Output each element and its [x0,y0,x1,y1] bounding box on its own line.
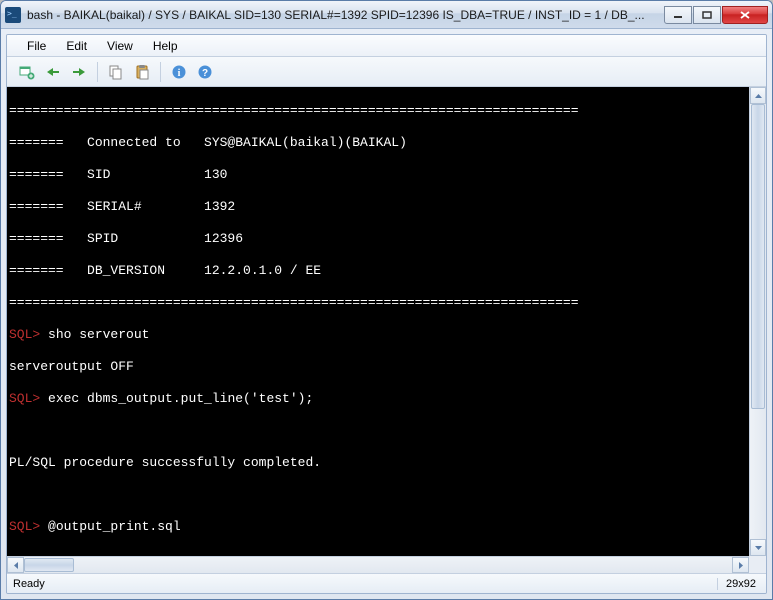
paste-icon [134,64,150,80]
blank-line [9,423,747,439]
scroll-right-button[interactable] [732,557,749,573]
terminal-container: ========================================… [7,87,766,556]
help-button[interactable]: ? [193,61,217,83]
hscroll-row [7,556,766,573]
horizontal-scrollbar[interactable] [7,556,749,573]
copy-button[interactable] [104,61,128,83]
menu-help[interactable]: Help [145,37,186,55]
statusbar: Ready 29x92 [7,573,766,593]
scroll-up-button[interactable] [750,87,766,104]
forward-button[interactable] [67,61,91,83]
scroll-thumb[interactable] [751,104,765,409]
application-window: bash - BAIKAL(baikal) / SYS / BAIKAL SID… [0,0,773,600]
toolbar-separator [160,62,161,82]
separator-line: ========================================… [9,103,747,119]
scroll-track[interactable] [750,104,766,539]
info-icon: i [171,64,187,80]
menu-view[interactable]: View [99,37,141,55]
titlebar[interactable]: bash - BAIKAL(baikal) / SYS / BAIKAL SID… [1,1,772,29]
close-icon [740,11,750,19]
menu-edit[interactable]: Edit [58,37,95,55]
separator-line: ========================================… [9,295,747,311]
svg-text:i: i [178,68,181,79]
terminal[interactable]: ========================================… [7,87,749,556]
app-icon [5,7,21,23]
status-text: Ready [13,578,717,590]
scroll-corner [749,556,766,573]
chevron-up-icon [755,94,762,98]
maximize-icon [702,11,712,19]
sql-prompt: SQL> [9,327,48,342]
blank-line [9,487,747,503]
copy-icon [108,64,124,80]
arrow-left-icon [45,66,61,78]
command-text: exec dbms_output.put_line('test'); [48,391,313,406]
vertical-scrollbar[interactable] [749,87,766,556]
minimize-button[interactable] [664,6,692,24]
terminal-line: SQL> exec dbms_output.put_line('test'); [9,391,747,407]
minimize-icon [673,11,683,19]
close-button[interactable] [722,6,768,24]
chevron-right-icon [739,562,743,569]
svg-text:?: ? [202,68,208,79]
scroll-track[interactable] [24,557,732,573]
maximize-button[interactable] [693,6,721,24]
help-icon: ? [197,64,213,80]
scroll-down-button[interactable] [750,539,766,556]
output-line: PL/SQL procedure successfully completed. [9,455,747,471]
inner-frame: File Edit View Help i [6,34,767,594]
output-line: serveroutput OFF [9,359,747,375]
info-sid: ======= SID 130 [9,167,747,183]
scroll-thumb[interactable] [24,558,74,572]
info-serial: ======= SERIAL# 1392 [9,199,747,215]
sql-prompt: SQL> [9,519,48,534]
menu-file[interactable]: File [19,37,54,55]
terminal-line: SQL> sho serverout [9,327,747,343]
scroll-left-button[interactable] [7,557,24,573]
window-title: bash - BAIKAL(baikal) / SYS / BAIKAL SID… [27,8,663,22]
info-button[interactable]: i [167,61,191,83]
info-dbversion: ======= DB_VERSION 12.2.0.1.0 / EE [9,263,747,279]
command-text: @output_print.sql [48,519,181,534]
back-button[interactable] [41,61,65,83]
chevron-left-icon [14,562,18,569]
toolbar-separator [97,62,98,82]
command-text: sho serverout [48,327,149,342]
terminal-line: SQL> @output_print.sql [9,519,747,535]
chevron-down-icon [755,546,762,550]
info-connected: ======= Connected to SYS@BAIKAL(baikal)(… [9,135,747,151]
sql-prompt: SQL> [9,391,48,406]
paste-button[interactable] [130,61,154,83]
status-dimensions: 29x92 [717,578,760,590]
new-session-button[interactable] [15,61,39,83]
terminal-plus-icon [19,64,35,80]
window-controls [663,6,768,24]
toolbar: i ? [7,57,766,87]
arrow-right-icon [71,66,87,78]
info-spid: ======= SPID 12396 [9,231,747,247]
menubar: File Edit View Help [7,35,766,57]
